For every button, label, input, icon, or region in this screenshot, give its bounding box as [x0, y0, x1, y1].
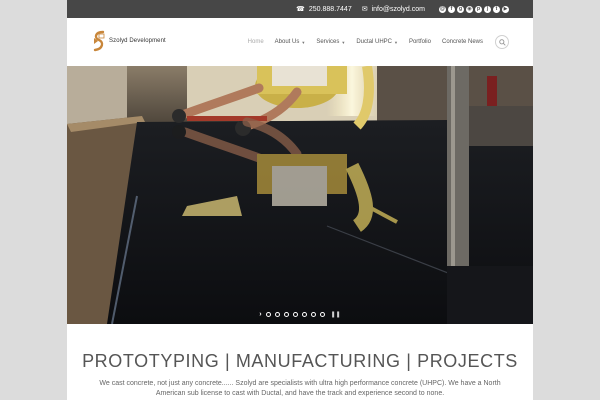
hero-image	[67, 66, 533, 324]
slide-dot-3[interactable]	[283, 312, 289, 317]
nav-concrete-news[interactable]: Concrete News	[442, 39, 483, 45]
email-icon[interactable]: @	[439, 5, 446, 13]
hero-slider[interactable]: › ❚❚	[67, 66, 533, 324]
twitter-icon[interactable]: t	[493, 5, 500, 13]
instagram-icon[interactable]: ◉	[466, 5, 473, 13]
social-links: @ f g ◉ p ) t ▶	[439, 5, 509, 13]
nav-label: About Us	[274, 39, 300, 45]
nav-services[interactable]: Services ▼	[316, 39, 345, 45]
site-logo[interactable]: Szolyd Development	[91, 30, 166, 52]
intro-section: PROTOTYPING | MANUFACTURING | PROJECTS W…	[67, 324, 533, 400]
page-headline: PROTOTYPING | MANUFACTURING | PROJECTS	[82, 351, 518, 371]
pinterest-icon[interactable]: p	[475, 5, 482, 13]
nav-label: Ductal UHPC	[356, 39, 392, 45]
pause-icon[interactable]: ❚❚	[331, 311, 341, 318]
nav-label: Services	[316, 39, 340, 45]
intro-paragraph: We cast concrete, not just any concrete.…	[99, 380, 501, 397]
chevron-right-icon[interactable]: ›	[259, 311, 261, 318]
slider-controls: › ❚❚	[67, 311, 533, 318]
top-bar: ☎ 250.888.7447 ✉ info@szolyd.com @ f g ◉…	[67, 0, 533, 18]
phone-contact[interactable]: ☎ 250.888.7447	[296, 5, 352, 14]
chevron-down-icon: ▼	[394, 39, 398, 45]
nav-label: Home	[247, 39, 264, 45]
google-plus-icon[interactable]: g	[457, 5, 464, 13]
nav-portfolio[interactable]: Portfolio	[409, 39, 431, 45]
nav-ductal-uhpc[interactable]: Ductal UHPC ▼	[356, 39, 398, 45]
main-nav: Home About Us ▼ Services ▼ Ductal UHPC ▼…	[248, 35, 509, 49]
nav-label: Concrete News	[441, 39, 483, 45]
slide-dot-5[interactable]	[301, 312, 307, 317]
search-button[interactable]	[495, 35, 509, 49]
facebook-icon[interactable]: f	[448, 5, 455, 13]
slide-dot-7[interactable]	[319, 312, 325, 317]
slide-dot-2[interactable]	[274, 312, 280, 317]
slide-dot-1[interactable]	[265, 312, 271, 317]
phone-icon: ☎	[296, 6, 305, 13]
nav-home[interactable]: Home	[248, 39, 264, 45]
page-frame: ☎ 250.888.7447 ✉ info@szolyd.com @ f g ◉…	[67, 0, 533, 400]
slide-dot-6[interactable]	[310, 312, 316, 317]
envelope-icon: ✉	[361, 6, 368, 13]
phone-number: 250.888.7447	[308, 5, 352, 13]
email-address: info@szolyd.com	[371, 5, 425, 13]
logo-text: Szolyd Development	[109, 38, 166, 44]
slide-dot-4[interactable]	[292, 312, 298, 317]
email-contact[interactable]: ✉ info@szolyd.com	[361, 5, 425, 14]
search-icon	[498, 38, 506, 46]
nav-label: Portfolio	[408, 39, 431, 45]
chevron-down-icon: ▼	[301, 39, 306, 45]
nav-about-us[interactable]: About Us ▼	[275, 39, 306, 45]
logo-mark-icon	[93, 30, 105, 52]
youtube-icon[interactable]: ▶	[502, 5, 509, 13]
site-header: Szolyd Development Home About Us ▼ Servi…	[67, 18, 533, 66]
chevron-down-icon: ▼	[341, 39, 346, 45]
rss-icon[interactable]: )	[484, 5, 491, 13]
